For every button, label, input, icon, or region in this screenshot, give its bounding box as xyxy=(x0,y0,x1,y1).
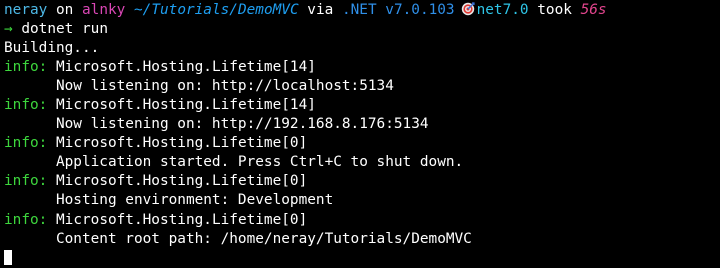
command-text: dotnet run xyxy=(21,21,108,38)
log-level: info: xyxy=(4,135,48,152)
log-source: Microsoft.Hosting.Lifetime[0] xyxy=(56,211,308,228)
log-message-text: Now listening on: http://localhost:5134 xyxy=(55,78,394,95)
command-line: → dotnet run xyxy=(4,20,720,39)
prompt-via-word: via xyxy=(307,2,334,18)
log-level: info: xyxy=(4,211,48,228)
log-message: Application started. Press Ctrl+C to shu… xyxy=(4,153,720,172)
log-header: info: Microsoft.Hosting.Lifetime[14] xyxy=(4,58,720,77)
prompt-framework: net7.0 xyxy=(476,2,529,18)
log-source: Microsoft.Hosting.Lifetime[0] xyxy=(56,173,308,190)
prompt-duration: 56s xyxy=(580,2,607,18)
terminal-cursor[interactable] xyxy=(4,249,12,265)
target-icon xyxy=(461,2,475,16)
building-line: Building... xyxy=(4,40,100,57)
log-source: Microsoft.Hosting.Lifetime[0] xyxy=(56,135,308,152)
prompt-host: alnky xyxy=(82,2,126,18)
prompt-line: neray on alnky ~/Tutorials/DemoMVC via .… xyxy=(4,1,720,20)
log-header: info: Microsoft.Hosting.Lifetime[14] xyxy=(4,96,720,115)
log-message: Now listening on: http://192.168.8.176:5… xyxy=(4,115,720,134)
log-header: info: Microsoft.Hosting.Lifetime[0] xyxy=(4,134,720,153)
log-source: Microsoft.Hosting.Lifetime[14] xyxy=(56,97,316,114)
log-source: Microsoft.Hosting.Lifetime[14] xyxy=(56,59,316,76)
log-message-text: Hosting environment: Development xyxy=(55,192,334,209)
prompt-arrow-icon: → xyxy=(4,21,13,38)
prompt-path: ~/Tutorials/DemoMVC xyxy=(134,2,299,18)
log-message-text: Content root path: /home/neray/Tutorials… xyxy=(55,230,472,247)
prompt-user: neray xyxy=(4,2,48,18)
prompt-took-word: took xyxy=(537,2,572,18)
prompt-dotnet-version: .NET v7.0.103 xyxy=(341,2,455,18)
log-message-text: Application started. Press Ctrl+C to shu… xyxy=(55,154,464,171)
log-header: info: Microsoft.Hosting.Lifetime[0] xyxy=(4,172,720,191)
log-message: Now listening on: http://localhost:5134 xyxy=(4,77,720,96)
log-message: Content root path: /home/neray/Tutorials… xyxy=(4,230,720,249)
log-message-text: Now listening on: http://192.168.8.176:5… xyxy=(55,116,429,133)
log-header: info: Microsoft.Hosting.Lifetime[0] xyxy=(4,211,720,230)
prompt-on-word: on xyxy=(56,2,74,18)
log-message: Hosting environment: Development xyxy=(4,191,720,210)
log-level: info: xyxy=(4,97,48,114)
log-level: info: xyxy=(4,59,48,76)
terminal-window[interactable]: neray on alnky ~/Tutorials/DemoMVC via .… xyxy=(0,0,720,265)
log-level: info: xyxy=(4,173,48,190)
cursor-line xyxy=(4,249,720,268)
